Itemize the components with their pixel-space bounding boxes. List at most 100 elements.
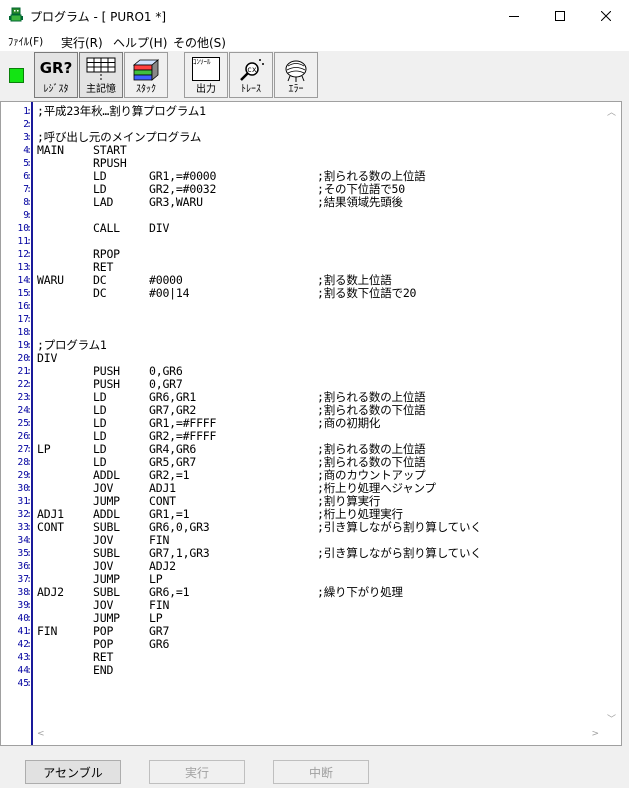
stop-button[interactable]: 中断 bbox=[273, 760, 369, 784]
line-separator: : bbox=[26, 223, 32, 234]
line-separator: : bbox=[26, 626, 32, 637]
code-label: MAIN bbox=[37, 143, 64, 157]
code-opcode: DC bbox=[93, 286, 107, 300]
code-label: DIV bbox=[37, 351, 58, 365]
line-separator: : bbox=[26, 379, 32, 390]
line-separator: : bbox=[26, 275, 32, 286]
code-opcode: LAD bbox=[93, 195, 114, 209]
code-operand: DIV bbox=[149, 221, 170, 235]
line-number-gutter: 1:2:3:4:5:6:7:8:9:10:11:12:13:14:15:16:1… bbox=[1, 102, 33, 745]
register-label: ﾚｼﾞｽﾀ bbox=[43, 84, 69, 95]
code-label: FIN bbox=[37, 624, 58, 638]
menu-other[interactable]: その他(S) bbox=[173, 34, 226, 51]
code-label: ADJ2 bbox=[37, 585, 64, 599]
trace-button[interactable]: cx ﾄﾚｰｽ bbox=[229, 52, 273, 98]
line-separator: : bbox=[26, 184, 32, 195]
line-separator: : bbox=[26, 418, 32, 429]
line-separator: : bbox=[26, 496, 32, 507]
line-separator: : bbox=[26, 509, 32, 520]
assemble-button[interactable]: アセンブル bbox=[25, 760, 121, 784]
line-separator: : bbox=[26, 574, 32, 585]
maximize-icon bbox=[555, 10, 565, 21]
memory-button[interactable]: 主記憶 bbox=[79, 52, 123, 98]
code-operand: GR6 bbox=[149, 637, 170, 651]
line-separator: : bbox=[26, 210, 32, 221]
register-button[interactable]: GR? ﾚｼﾞｽﾀ bbox=[34, 52, 78, 98]
code-opcode: CALL bbox=[93, 221, 120, 235]
code-operand: #00|14 bbox=[149, 286, 190, 300]
menu-file[interactable]: ﾌｧｲﾙ(F) bbox=[8, 34, 43, 49]
console-icon: ｺﾝｿｰﾙ bbox=[192, 57, 220, 81]
code-label: LP bbox=[37, 442, 51, 456]
line-separator: : bbox=[26, 249, 32, 260]
line-separator: : bbox=[26, 535, 32, 546]
output-button[interactable]: ｺﾝｿｰﾙ 出力 bbox=[184, 52, 228, 98]
stack-label: ｽﾀｯｸ bbox=[136, 84, 156, 95]
scroll-left-icon[interactable]: < bbox=[37, 729, 45, 739]
line-separator: : bbox=[26, 522, 32, 533]
title-bar: プログラム - [ PURO1 *] bbox=[0, 0, 629, 31]
code-comment: ;繰り下がり処理 bbox=[317, 585, 403, 599]
close-button[interactable] bbox=[583, 0, 629, 31]
line-separator: : bbox=[26, 158, 32, 169]
line-separator: : bbox=[26, 132, 32, 143]
menu-help[interactable]: ヘルプ(H) bbox=[113, 34, 167, 51]
line-separator: : bbox=[26, 366, 32, 377]
code-operand: GR3,WARU bbox=[149, 195, 203, 209]
code-label: WARU bbox=[37, 273, 64, 287]
error-button[interactable]: ｴﾗｰ bbox=[274, 52, 318, 98]
code-comment: ;引き算しながら割り算していく bbox=[317, 520, 482, 534]
stack-button[interactable]: ｽﾀｯｸ bbox=[124, 52, 168, 98]
code-comment: ;割る数下位語で20 bbox=[317, 286, 417, 300]
code-opcode: END bbox=[93, 663, 114, 677]
close-icon bbox=[601, 10, 611, 21]
line-separator: : bbox=[26, 600, 32, 611]
code-label: ;平成23年秋…割り算プログラム1 bbox=[37, 104, 206, 118]
vertical-scrollbar[interactable]: ︿ ﹀ bbox=[605, 102, 619, 729]
line-separator: : bbox=[26, 444, 32, 455]
status-indicator bbox=[9, 68, 24, 83]
line-separator: : bbox=[26, 678, 32, 689]
minimize-button[interactable] bbox=[491, 0, 537, 31]
line-separator: : bbox=[26, 470, 32, 481]
maximize-button[interactable] bbox=[537, 0, 583, 31]
code-label: CONT bbox=[37, 520, 64, 534]
line-separator: : bbox=[26, 665, 32, 676]
menu-run[interactable]: 実行(R) bbox=[61, 34, 103, 51]
line-separator: : bbox=[26, 340, 32, 351]
scroll-down-icon[interactable]: ﹀ bbox=[607, 712, 616, 725]
line-separator: : bbox=[26, 301, 32, 312]
line-separator: : bbox=[26, 431, 32, 442]
memory-label: 主記憶 bbox=[86, 84, 116, 95]
code-editor[interactable]: 1:2:3:4:5:6:7:8:9:10:11:12:13:14:15:16:1… bbox=[0, 101, 622, 746]
output-label: 出力 bbox=[196, 84, 216, 95]
code-comment: ;引き算しながら割り算していく bbox=[317, 546, 482, 560]
line-separator: : bbox=[26, 236, 32, 247]
line-separator: : bbox=[26, 561, 32, 572]
line-separator: : bbox=[26, 483, 32, 494]
line-separator: : bbox=[26, 548, 32, 559]
line-separator: : bbox=[26, 262, 32, 273]
code-comment: ;商の初期化 bbox=[317, 416, 381, 430]
line-separator: : bbox=[26, 314, 32, 325]
register-icon: GR? bbox=[39, 59, 73, 77]
line-separator: : bbox=[26, 106, 32, 117]
line-separator: : bbox=[26, 405, 32, 416]
line-separator: : bbox=[26, 587, 32, 598]
window-title: プログラム - [ PURO1 *] bbox=[30, 10, 167, 24]
memory-grid-icon bbox=[86, 57, 116, 80]
line-separator: : bbox=[26, 392, 32, 403]
line-separator: : bbox=[26, 145, 32, 156]
line-separator: : bbox=[26, 652, 32, 663]
line-separator: : bbox=[26, 171, 32, 182]
line-separator: : bbox=[26, 119, 32, 130]
scroll-up-icon[interactable]: ︿ bbox=[607, 105, 616, 118]
horizontal-scrollbar[interactable]: < > bbox=[33, 728, 603, 744]
svg-text:cx: cx bbox=[247, 65, 257, 74]
trace-label: ﾄﾚｰｽ bbox=[241, 84, 261, 95]
scroll-right-icon[interactable]: > bbox=[591, 729, 599, 739]
line-separator: : bbox=[26, 639, 32, 650]
code-comment: ;結果領域先頭後 bbox=[317, 195, 403, 209]
run-button[interactable]: 実行 bbox=[149, 760, 245, 784]
line-separator: : bbox=[26, 197, 32, 208]
